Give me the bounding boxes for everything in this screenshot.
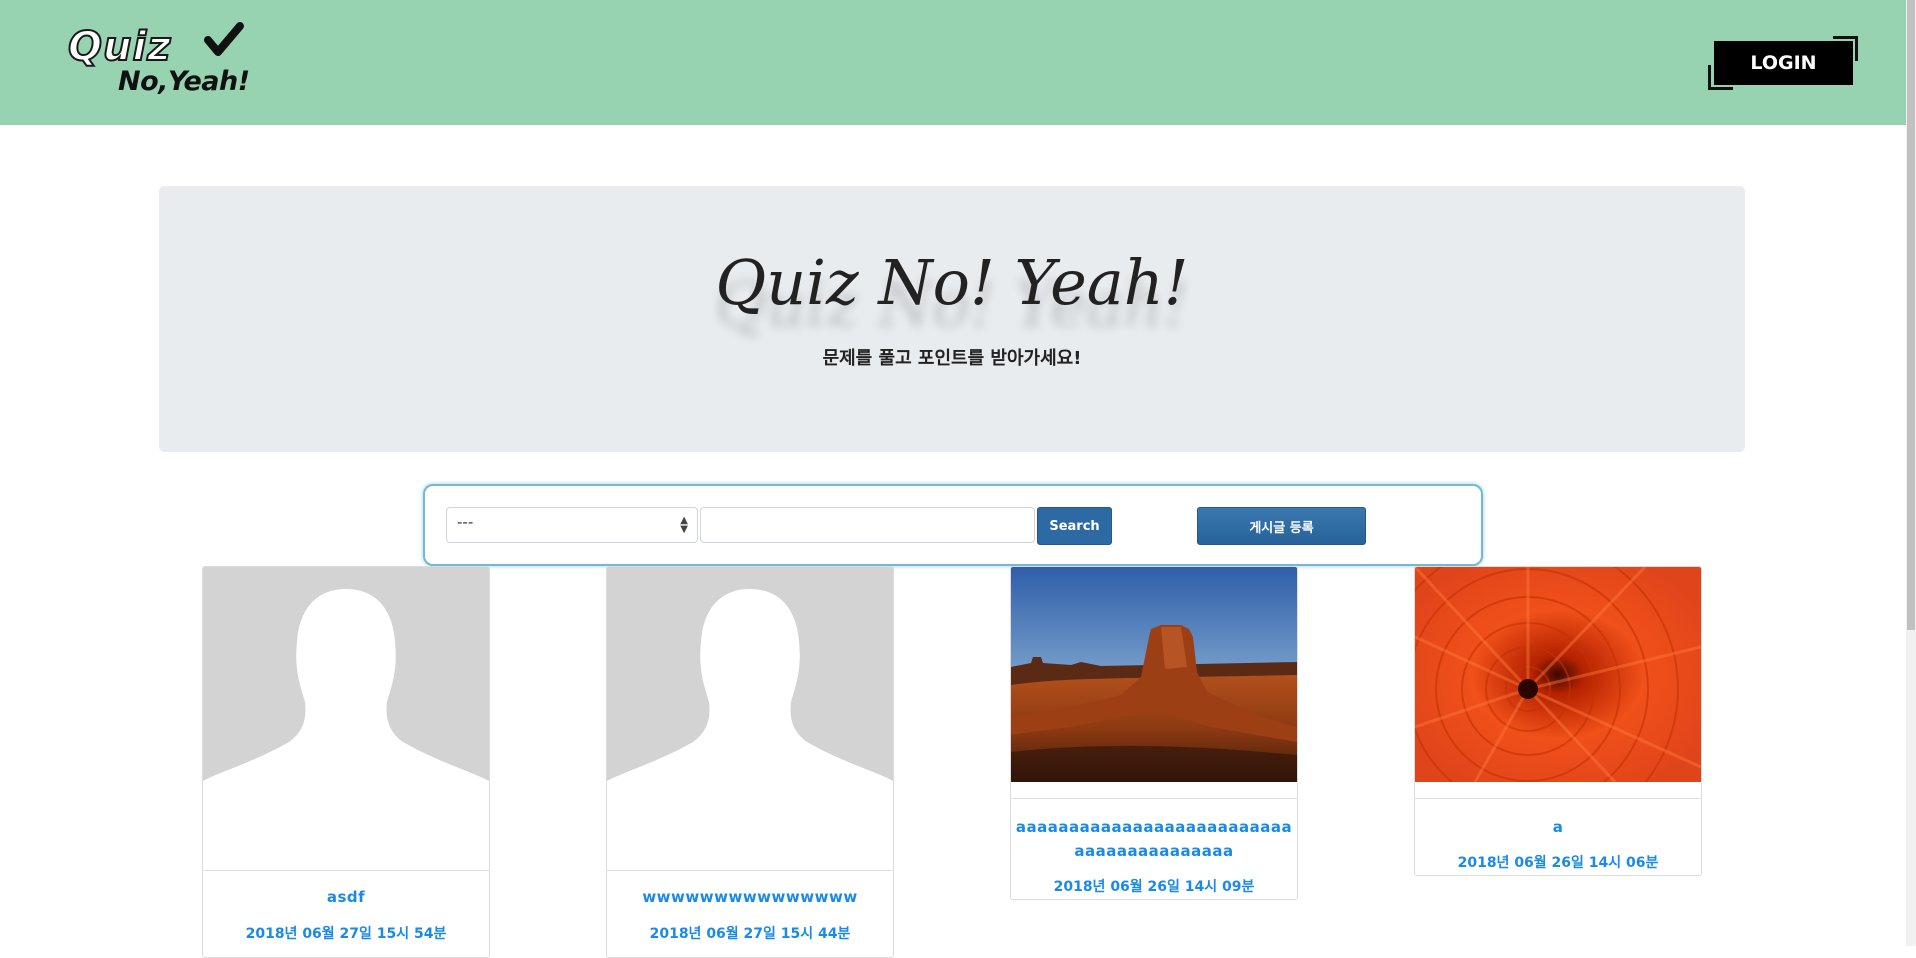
site-logo[interactable]: Quiz No,Yeah! — [66, 22, 266, 102]
card-title[interactable]: aaaaaaaaaaaaaaaaaaaaaaaaaaaaaaaaaaaaaaaa… — [1011, 815, 1297, 863]
card-title[interactable]: a — [1415, 815, 1701, 839]
default-avatar-image[interactable] — [203, 567, 489, 870]
quiz-card[interactable]: a 2018년 06월 26일 14시 06분 — [1414, 566, 1702, 876]
logo-subtitle: No,Yeah! — [118, 66, 250, 97]
category-select-value: --- — [457, 513, 474, 531]
quiz-card[interactable]: wwwwwwwwwwwwwww 2018년 06월 27일 15시 44분 — [606, 566, 894, 958]
search-panel: --- ▲ ▼ Search 게시글 등록 — [423, 484, 1483, 566]
card-title[interactable]: wwwwwwwwwwwwwww — [607, 885, 893, 909]
hero-jumbotron: Quiz No! Yeah! 문제를 풀고 포인트를 받아가세요! — [159, 186, 1745, 452]
card-date: 2018년 06월 26일 14시 06분 — [1457, 855, 1659, 871]
card-divider — [1415, 798, 1701, 799]
quiz-card[interactable]: asdf 2018년 06월 27일 15시 54분 — [202, 566, 490, 958]
card-divider — [1011, 798, 1297, 799]
new-post-button[interactable]: 게시글 등록 — [1197, 507, 1366, 545]
search-input[interactable] — [700, 507, 1035, 543]
category-select[interactable]: --- ▲ ▼ — [446, 507, 698, 543]
page-scrollbar[interactable] — [1906, 0, 1916, 946]
card-divider — [607, 870, 893, 871]
select-arrows-icon: ▲ ▼ — [680, 515, 688, 535]
default-avatar-image[interactable] — [607, 567, 893, 870]
card-title[interactable]: asdf — [203, 885, 489, 909]
login-area: LOGIN — [1708, 36, 1858, 90]
scrollbar-thumb[interactable] — [1907, 0, 1915, 630]
orange-flower-image[interactable] — [1415, 567, 1701, 782]
card-date: 2018년 06월 27일 15시 44분 — [649, 926, 851, 942]
top-navbar: Quiz No,Yeah! LOGIN — [0, 0, 1906, 125]
hero-subtitle: 문제를 풀고 포인트를 받아가세요! — [822, 348, 1082, 369]
search-button[interactable]: Search — [1037, 507, 1112, 545]
login-button[interactable]: LOGIN — [1714, 41, 1853, 85]
card-date: 2018년 06월 27일 15시 54분 — [245, 926, 447, 942]
card-date: 2018년 06월 26일 14시 09분 — [1053, 879, 1255, 895]
card-divider — [203, 870, 489, 871]
desert-landscape-image[interactable] — [1011, 567, 1297, 782]
quiz-card[interactable]: aaaaaaaaaaaaaaaaaaaaaaaaaaaaaaaaaaaaaaaa… — [1010, 566, 1298, 900]
hero-title: Quiz No! Yeah! — [715, 246, 1189, 319]
